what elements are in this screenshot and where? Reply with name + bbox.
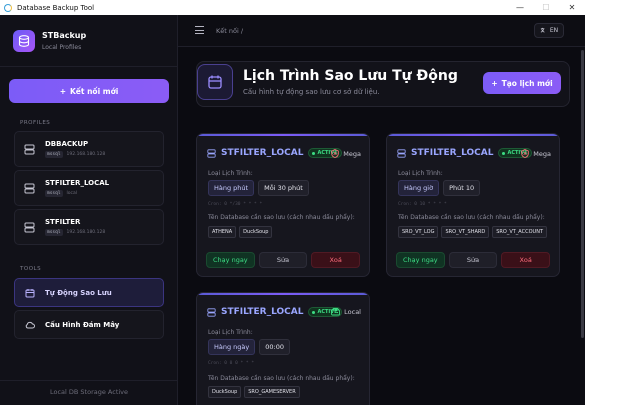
storage-target: Local bbox=[331, 308, 361, 316]
plus-icon: + bbox=[59, 86, 66, 96]
job-profile-name: STFILTER_LOCAL bbox=[221, 148, 304, 158]
brand: STBackup Local Profiles bbox=[13, 30, 86, 52]
database-logo-icon bbox=[13, 30, 35, 52]
server-icon bbox=[24, 183, 35, 193]
profile-host: 192.168.180.128 bbox=[66, 152, 106, 157]
maximize-button[interactable]: ☐ bbox=[533, 0, 559, 15]
shield-icon bbox=[521, 149, 530, 158]
database-tag: SRO_VT_ACCOUNT bbox=[492, 226, 547, 238]
server-icon bbox=[24, 144, 35, 154]
schedule-value-chip: Phút 10 bbox=[443, 180, 481, 196]
profile-name: STFILTER bbox=[45, 218, 81, 226]
profile-item-stfilter-local[interactable]: STFILTER_LOCAL mssql local bbox=[14, 170, 164, 206]
create-schedule-button[interactable]: + Tạo lịch mới bbox=[483, 72, 561, 94]
server-icon bbox=[207, 307, 216, 317]
server-icon bbox=[24, 222, 35, 232]
page-subtitle: Cấu hình tự động sao lưu cơ sở dữ liệu. bbox=[243, 88, 380, 96]
calendar-icon bbox=[197, 64, 233, 100]
topbar: Kết nối / EN bbox=[178, 15, 585, 47]
hard-drive-icon bbox=[331, 308, 341, 316]
language-label: EN bbox=[549, 27, 559, 34]
database-tag: SRO_GAMESERVER bbox=[244, 386, 300, 398]
close-button[interactable]: ✕ bbox=[559, 0, 585, 15]
schedule-type-label: Loại Lịch Trình: bbox=[208, 170, 253, 177]
schedule-type-label: Loại Lịch Trình: bbox=[208, 329, 253, 336]
profile-item-dbbackup[interactable]: DBBACKUP mssql 192.168.180.128 bbox=[14, 131, 164, 167]
profile-host: local bbox=[66, 191, 78, 196]
run-now-button[interactable]: Chạy ngay bbox=[396, 252, 445, 268]
delete-button[interactable]: Xoá bbox=[311, 252, 361, 268]
server-icon bbox=[397, 148, 406, 158]
language-toggle[interactable]: EN bbox=[534, 23, 564, 38]
profile-type-tag: mssql bbox=[45, 190, 63, 197]
run-now-button[interactable]: Chạy ngay bbox=[206, 252, 255, 268]
tool-cloud-config[interactable]: Cấu Hình Đám Mây bbox=[14, 310, 164, 339]
database-tag: ATHENA bbox=[208, 226, 237, 238]
profile-item-stfilter[interactable]: STFILTER mssql 192.168.180.128 bbox=[14, 209, 164, 245]
database-tag: SRO_VT_SHARD bbox=[441, 226, 490, 238]
schedule-type-chip: Hàng phút bbox=[208, 180, 255, 196]
job-profile-name: STFILTER_LOCAL bbox=[221, 307, 304, 317]
page-title: Lịch Trình Sao Lưu Tự Động bbox=[243, 68, 458, 84]
page-header: Lịch Trình Sao Lưu Tự Động Cấu hình tự đ… bbox=[196, 61, 570, 107]
database-tag: DuckSoup bbox=[208, 386, 242, 398]
window-titlebar: Database Backup Tool — ☐ ✕ bbox=[0, 0, 585, 15]
new-connection-label: Kết nối mới bbox=[69, 86, 119, 96]
menu-icon[interactable] bbox=[195, 26, 204, 34]
cron-expression: Cron: 0 0 0 * * * bbox=[208, 361, 255, 366]
minimize-button[interactable]: — bbox=[507, 0, 533, 15]
cloud-icon bbox=[25, 321, 35, 328]
profile-type-tag: mssql bbox=[45, 151, 63, 158]
database-tag: SRO_VT_LOG bbox=[398, 226, 439, 238]
app-logo-icon bbox=[4, 3, 12, 12]
create-schedule-label: Tạo lịch mới bbox=[501, 78, 553, 88]
job-profile-name: STFILTER_LOCAL bbox=[411, 148, 494, 158]
schedule-value-chip: 00:00 bbox=[259, 339, 290, 355]
edit-button[interactable]: Sửa bbox=[258, 252, 308, 268]
profiles-section-label: PROFILES bbox=[20, 120, 51, 126]
profile-host: 192.168.180.128 bbox=[66, 230, 106, 235]
brand-name: STBackup bbox=[42, 31, 87, 40]
server-icon bbox=[207, 148, 216, 158]
schedule-value-chip: Mỗi 30 phút bbox=[258, 180, 309, 196]
profile-type-tag: mssql bbox=[45, 229, 63, 236]
cron-expression: Cron: 0 10 * * * * bbox=[398, 202, 447, 207]
storage-status-footer: Local DB Storage Active bbox=[49, 388, 129, 396]
shield-icon bbox=[331, 149, 340, 158]
divider bbox=[0, 66, 178, 67]
schedule-card: STFILTER_LOCAL ACTIVE Mega Loại Lịch Trì… bbox=[386, 133, 560, 277]
delete-button[interactable]: Xoá bbox=[501, 252, 551, 268]
storage-target: Mega bbox=[331, 149, 361, 158]
profile-name: STFILTER_LOCAL bbox=[45, 179, 110, 187]
window-title: Database Backup Tool bbox=[17, 3, 95, 12]
database-list-label: Tên Database cần sao lưu (cách nhau dấu … bbox=[208, 214, 355, 221]
schedule-card: STFILTER_LOCAL ACTIVE Local Loại Lịch Tr… bbox=[196, 292, 370, 405]
tool-label: Cấu Hình Đám Mây bbox=[45, 320, 120, 329]
schedule-type-chip: Hàng ngày bbox=[208, 339, 256, 355]
calendar-icon bbox=[25, 288, 35, 297]
database-list-label: Tên Database cần sao lưu (cách nhau dấu … bbox=[208, 375, 355, 382]
cron-expression: Cron: 0 */30 * * * * bbox=[208, 202, 263, 207]
brand-subtitle: Local Profiles bbox=[42, 44, 82, 51]
scrollbar-thumb[interactable] bbox=[581, 50, 584, 338]
app-window: Database Backup Tool — ☐ ✕ STBackup Loca… bbox=[0, 0, 585, 405]
divider bbox=[0, 380, 178, 381]
sidebar: STBackup Local Profiles + Kết nối mới PR… bbox=[0, 15, 178, 405]
database-list-label: Tên Database cần sao lưu (cách nhau dấu … bbox=[398, 214, 545, 221]
storage-target: Mega bbox=[521, 149, 551, 158]
profile-name: DBBACKUP bbox=[45, 140, 89, 148]
schedule-card: STFILTER_LOCAL ACTIVE Mega Loại Lịch Trì… bbox=[196, 133, 370, 277]
plus-icon: + bbox=[491, 78, 498, 88]
breadcrumb[interactable]: Kết nối / bbox=[216, 27, 243, 35]
tools-section-label: TOOLS bbox=[20, 266, 42, 272]
database-tag: DuckSoup bbox=[239, 226, 273, 238]
tool-auto-backup[interactable]: Tự Động Sao Lưu bbox=[14, 278, 164, 307]
schedule-type-label: Loại Lịch Trình: bbox=[398, 170, 443, 177]
tool-label: Tự Động Sao Lưu bbox=[45, 288, 112, 297]
new-connection-button[interactable]: + Kết nối mới bbox=[9, 79, 169, 103]
translate-icon bbox=[540, 27, 545, 33]
schedule-type-chip: Hàng giờ bbox=[398, 180, 440, 196]
edit-button[interactable]: Sửa bbox=[448, 252, 498, 268]
